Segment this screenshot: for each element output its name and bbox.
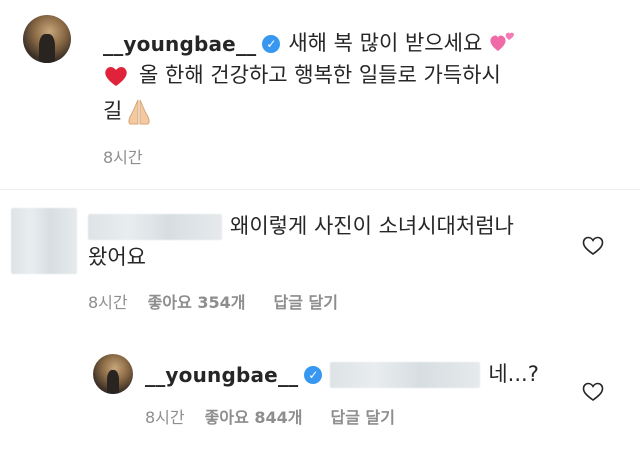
heart-outline-icon[interactable] [582,236,604,256]
comment1-text-line1: 왜이렇게 사진이 소녀시대처럼나 [230,214,514,238]
two-hearts-emoji [490,32,515,51]
praying-hands-emoji [128,99,150,124]
reply1-mention-blurred[interactable] [330,361,481,388]
verified-badge-icon: ✓ [262,34,281,53]
comment1-reply-button[interactable]: 답글 달기 [273,289,337,313]
comment1-line1: 왜이렇게 사진이 소녀시대처럼나 [88,211,514,242]
reply1-avatar[interactable] [93,354,133,394]
reply1-text: 네...? [488,362,539,386]
section-divider [0,189,640,190]
reply1-reply-button[interactable]: 답글 달기 [330,404,394,428]
caption-line1: __youngbae__ ✓ 새해 복 많이 받으세요 [103,28,516,59]
caption-time[interactable]: 8시간 [103,144,143,168]
comment-screen: { "caption": { "username": "__youngbae__… [0,0,640,457]
comment1-likes[interactable]: 좋아요 354개 [148,289,246,313]
red-heart-emoji [105,66,127,86]
reply1-meta: 8시간 좋아요 844개 답글 달기 [145,404,395,428]
caption-line2: 올 한해 건강하고 행복한 일들로 가득하시 [103,60,501,91]
caption-line3: 길 [103,96,154,127]
comment1-username-blurred[interactable] [88,213,222,240]
verified-badge-icon: ✓ [304,365,323,384]
reply1-line1: __youngbae__ ✓ 네...? [145,359,539,390]
comment1-meta: 8시간 좋아요 354개 답글 달기 [88,289,338,313]
comment1-time[interactable]: 8시간 [88,289,128,313]
caption-text-line3: 길 [103,99,123,123]
reply1-username[interactable]: __youngbae__ [145,363,298,387]
caption-avatar[interactable] [23,15,71,63]
reply1-likes[interactable]: 좋아요 844개 [205,404,303,428]
caption-username[interactable]: __youngbae__ [103,32,256,56]
avatar-figure [39,34,55,63]
reply1-time[interactable]: 8시간 [145,404,185,428]
heart-outline-icon[interactable] [582,382,604,402]
comment1-text-line2: 왔어요 [88,245,146,269]
avatar-figure [106,370,120,394]
caption-text-line2: 올 한해 건강하고 행복한 일들로 가득하시 [139,63,501,87]
comment1-avatar-blurred[interactable] [11,208,77,274]
caption-text-line1: 새해 복 많이 받으세요 [288,31,483,55]
